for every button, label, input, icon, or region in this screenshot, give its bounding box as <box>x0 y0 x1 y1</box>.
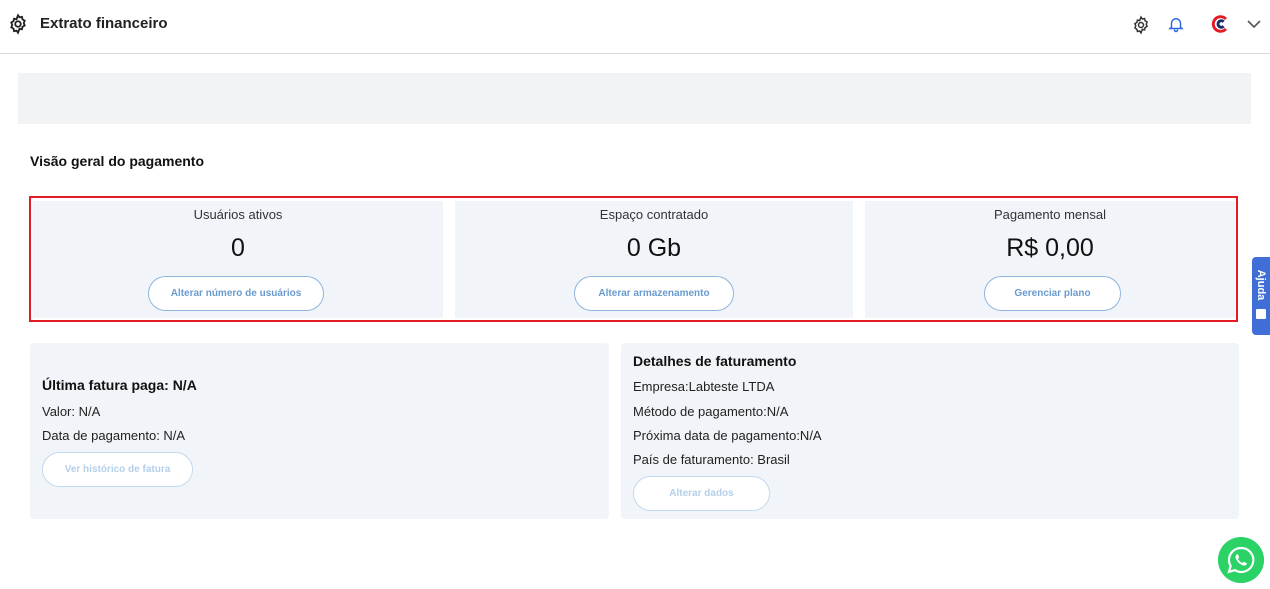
notification-bell-icon[interactable] <box>1167 14 1185 34</box>
card-value: 0 Gb <box>626 234 682 262</box>
settings-icon[interactable] <box>1131 15 1151 35</box>
change-users-button[interactable]: Alterar número de usuários <box>148 276 324 311</box>
card-storage: Espaço contratado 0 Gb Alterar armazenam… <box>455 201 853 318</box>
whatsapp-icon[interactable] <box>1218 537 1264 583</box>
billing-payment-method: Método de pagamento:N/A <box>633 404 789 419</box>
help-icon <box>1256 309 1266 319</box>
invoice-date: Data de pagamento: N/A <box>42 428 186 443</box>
card-label: Pagamento mensal <box>993 207 1106 222</box>
top-banner <box>18 73 1251 124</box>
help-tab[interactable]: Ajuda <box>1252 257 1270 335</box>
help-label: Ajuda <box>1255 269 1267 301</box>
top-bar: Extrato financeiro <box>0 0 1270 54</box>
change-data-button[interactable]: Alterar dados <box>633 476 770 511</box>
section-title: Visão geral do pagamento <box>30 153 205 169</box>
card-value: 0 <box>231 234 245 262</box>
card-active-users: Usuários ativos 0 Alterar número de usuá… <box>33 201 443 318</box>
billing-details-panel: Detalhes de faturamento Empresa:Labteste… <box>621 343 1239 519</box>
billing-next-date: Próxima data de pagamento:N/A <box>633 428 822 443</box>
billing-company: Empresa:Labteste LTDA <box>633 379 775 394</box>
billing-details-title: Detalhes de faturamento <box>633 353 797 369</box>
manage-plan-button[interactable]: Gerenciar plano <box>984 276 1121 311</box>
last-invoice-title: Última fatura paga: N/A <box>42 377 197 393</box>
card-label: Espaço contratado <box>599 207 709 222</box>
invoice-history-button[interactable]: Ver histórico de fatura <box>42 452 193 487</box>
user-avatar-logo-icon[interactable] <box>1209 13 1231 35</box>
card-value: R$ 0,00 <box>1006 234 1094 262</box>
invoice-value: Valor: N/A <box>42 404 101 419</box>
card-label: Usuários ativos <box>193 207 283 222</box>
change-storage-button[interactable]: Alterar armazenamento <box>574 276 734 311</box>
chevron-down-icon[interactable] <box>1246 17 1262 31</box>
settings-gear-icon <box>10 13 26 35</box>
billing-country: País de faturamento: Brasil <box>633 452 790 467</box>
card-monthly-payment: Pagamento mensal R$ 0,00 Gerenciar plano <box>865 201 1235 318</box>
page-title: Extrato financeiro <box>40 15 168 32</box>
last-invoice-panel: Última fatura paga: N/A Valor: N/A Data … <box>30 343 609 519</box>
